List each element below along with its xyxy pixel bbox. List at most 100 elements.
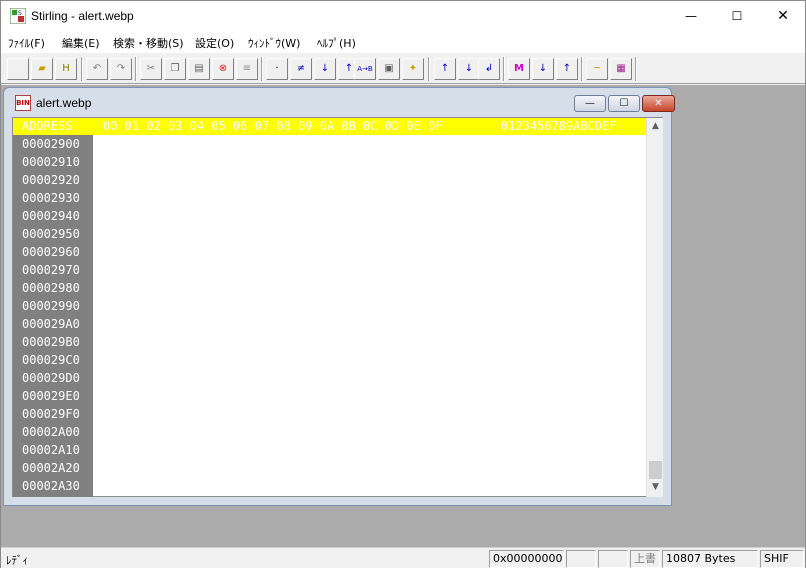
copy-icon: ❐ [170, 63, 180, 74]
jump-bottom-icon: ↓ [464, 63, 474, 74]
address-row: 00002A00 [22, 425, 80, 439]
mark-button[interactable]: M [508, 58, 530, 80]
return-button[interactable]: ↲ [478, 58, 500, 80]
menu-edit[interactable]: 編集(E) [62, 35, 100, 51]
toolbar: ▰ H ↶ ↷ ✂ ❐ ▤ ⊗ ≡ · ≠ ↓ ↑ A→B ▣ ✦ ↑ ↓ ↲ … [1, 52, 805, 84]
address-row: 000029B0 [22, 335, 80, 349]
status-size: 10807 Bytes [662, 550, 758, 568]
mark-prev-button[interactable]: ↑ [556, 58, 578, 80]
menu-search[interactable]: 検索・移動(S) [113, 35, 184, 51]
address-row: 00002950 [22, 227, 80, 241]
close-button[interactable]: ✕ [760, 1, 806, 31]
return-icon: ↲ [484, 63, 494, 74]
document-close-button[interactable]: ✕ [642, 95, 675, 112]
not-equal-icon: ≠ [296, 63, 306, 74]
close-icon: ✕ [654, 98, 663, 109]
address-row: 000029E0 [22, 389, 80, 403]
scroll-thumb[interactable] [649, 461, 662, 479]
note-button[interactable]: ─ [586, 58, 608, 80]
menu-bar: ﾌｧｲﾙ(F) 編集(E) 検索・移動(S) 設定(O) ｳｨﾝﾄﾞｳ(W) ﾍ… [1, 32, 805, 52]
address-row: 00002910 [22, 155, 80, 169]
document-title-bar[interactable]: BIN alert.webp — ☐ ✕ [15, 88, 675, 116]
replace-icon: A→B [357, 65, 373, 73]
h-button[interactable]: H [55, 58, 77, 80]
compare-button[interactable]: ▣ [378, 58, 400, 80]
hex-header-row: ADDRESS 00 01 02 03 04 05 06 07 08 09 0A… [13, 118, 646, 135]
paste-button[interactable]: ▤ [188, 58, 210, 80]
document-title: alert.webp [36, 96, 92, 110]
redo-button[interactable]: ↷ [110, 58, 132, 80]
address-column: 00002900 00002910 00002920 00002930 00002940… [13, 135, 93, 497]
toolbar-separator [81, 57, 83, 81]
address-row: 00002930 [22, 191, 80, 205]
paste-icon: ▤ [194, 63, 204, 74]
scroll-up-button[interactable]: ▲ [647, 118, 664, 135]
copy-button[interactable]: ❐ [164, 58, 186, 80]
status-mode: 上書 [630, 550, 660, 568]
status-offset: 0x00000000 [489, 550, 564, 568]
compare-icon: ▣ [384, 63, 394, 74]
maximize-button[interactable]: ☐ [714, 1, 760, 31]
highlight-icon: ✦ [408, 63, 418, 74]
hex-editor-view[interactable]: ADDRESS 00 01 02 03 04 05 06 07 08 09 0A… [12, 117, 663, 497]
jump-top-button[interactable]: ↑ [434, 58, 456, 80]
mark-prev-icon: ↑ [562, 63, 572, 74]
toolbar-separator [428, 57, 430, 81]
address-row: 000029A0 [22, 317, 80, 331]
scroll-down-button[interactable]: ▼ [647, 479, 664, 496]
jump-top-icon: ↑ [440, 63, 450, 74]
jump-bottom-button[interactable]: ↓ [458, 58, 480, 80]
new-file-icon [8, 59, 28, 79]
search-down-icon: ↓ [320, 63, 330, 74]
document-restore-button[interactable]: ☐ [608, 95, 640, 112]
address-row: 00002A30 [22, 479, 80, 493]
status-bar: ﾚﾃﾞｨ 0x00000000 上書 10807 Bytes SHIF [1, 547, 805, 568]
h-icon: H [62, 63, 70, 74]
goto-icon: · [275, 63, 279, 74]
vertical-scrollbar[interactable]: ▲ ▼ [646, 118, 663, 497]
svg-text:S: S [18, 10, 22, 17]
mark-next-button[interactable]: ↓ [532, 58, 554, 80]
book-button[interactable]: ▦ [610, 58, 632, 80]
document-window: BIN alert.webp — ☐ ✕ ADDRESS 00 01 02 03… [3, 87, 675, 506]
new-file-button[interactable] [7, 58, 29, 80]
address-row: 00002970 [22, 263, 80, 277]
address-row: 00002920 [22, 173, 80, 187]
menu-window[interactable]: ｳｨﾝﾄﾞｳ(W) [248, 35, 300, 51]
open-button[interactable]: ▰ [31, 58, 53, 80]
mark-next-icon: ↓ [538, 63, 548, 74]
open-folder-icon: ▰ [38, 63, 46, 74]
not-equal-button[interactable]: ≠ [290, 58, 312, 80]
address-row: 00002A20 [22, 461, 80, 475]
column-offsets-header: 00 01 02 03 04 05 06 07 08 09 0A 0B 0C 0… [103, 119, 443, 133]
mark-icon: M [514, 63, 524, 74]
restore-icon: ☐ [619, 98, 629, 109]
highlight-button[interactable]: ✦ [402, 58, 424, 80]
title-bar[interactable]: S Stirling - alert.webp — ☐ ✕ [1, 1, 805, 32]
menu-help[interactable]: ﾍﾙﾌﾟ(H) [317, 35, 356, 51]
address-row: 000029C0 [22, 353, 80, 367]
address-row: 000029D0 [22, 371, 80, 385]
delete-button[interactable]: ⊗ [212, 58, 234, 80]
replace-button[interactable]: A→B [354, 58, 376, 80]
list-button[interactable]: ≡ [236, 58, 258, 80]
undo-icon: ↶ [92, 63, 102, 74]
cut-icon: ✂ [146, 63, 156, 74]
redo-icon: ↷ [116, 63, 126, 74]
toolbar-separator [135, 57, 137, 81]
toolbar-separator [581, 57, 583, 81]
undo-button[interactable]: ↶ [86, 58, 108, 80]
book-icon: ▦ [616, 63, 626, 74]
minimize-button[interactable]: — [668, 1, 714, 31]
search-down-button[interactable]: ↓ [314, 58, 336, 80]
status-text: ﾚﾃﾞｨ [6, 554, 28, 567]
menu-settings[interactable]: 設定(O) [195, 35, 234, 51]
goto-button[interactable]: · [266, 58, 288, 80]
cut-button[interactable]: ✂ [140, 58, 162, 80]
list-icon: ≡ [242, 63, 252, 74]
ascii-header: 0123456789ABCDEF [501, 119, 617, 133]
menu-file[interactable]: ﾌｧｲﾙ(F) [8, 35, 45, 51]
status-shift: SHIF [760, 550, 804, 568]
address-row: 000029F0 [22, 407, 80, 421]
document-minimize-button[interactable]: — [574, 95, 606, 112]
